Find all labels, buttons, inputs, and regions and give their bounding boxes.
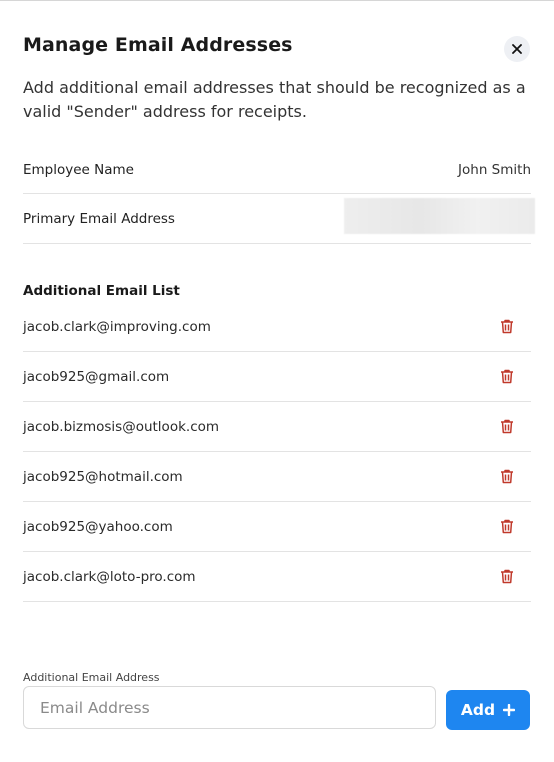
list-item: jacob.clark@loto-pro.com: [23, 552, 531, 602]
add-email-button[interactable]: Add: [446, 690, 530, 730]
email-address: jacob.clark@loto-pro.com: [23, 568, 196, 585]
trash-icon: [501, 369, 513, 384]
list-item: jacob925@yahoo.com: [23, 502, 531, 552]
email-address: jacob.bizmosis@outlook.com: [23, 418, 220, 435]
employee-name-row: Employee Name John Smith: [23, 146, 531, 194]
close-icon: [512, 44, 522, 54]
email-address: jacob.clark@improving.com: [23, 318, 211, 335]
delete-email-button[interactable]: [497, 567, 517, 587]
close-button[interactable]: [504, 36, 530, 62]
trash-icon: [501, 319, 513, 334]
delete-email-button[interactable]: [497, 517, 517, 537]
additional-email-field-label: Additional Email Address: [23, 671, 160, 684]
delete-email-button[interactable]: [497, 417, 517, 437]
delete-email-button[interactable]: [497, 367, 517, 387]
employee-name-label: Employee Name: [23, 161, 134, 178]
trash-icon: [501, 569, 513, 584]
delete-email-button[interactable]: [497, 467, 517, 487]
list-item: jacob925@hotmail.com: [23, 452, 531, 502]
modal-description: Add additional email addresses that shou…: [23, 78, 526, 121]
email-address: jacob925@hotmail.com: [23, 468, 183, 485]
email-address: jacob925@yahoo.com: [23, 518, 173, 535]
list-item: jacob.clark@improving.com: [23, 302, 531, 352]
manage-email-modal: Manage Email Addresses Add additional em…: [0, 0, 554, 762]
trash-icon: [501, 419, 513, 434]
trash-icon: [501, 469, 513, 484]
additional-email-input[interactable]: [23, 686, 436, 729]
primary-email-row: Primary Email Address: [23, 194, 535, 244]
plus-icon: [503, 704, 516, 716]
list-item: jacob.bizmosis@outlook.com: [23, 402, 531, 452]
list-item: jacob925@gmail.com: [23, 352, 531, 402]
additional-email-list-title: Additional Email List: [23, 283, 180, 299]
primary-email-label: Primary Email Address: [23, 210, 175, 227]
delete-email-button[interactable]: [497, 317, 517, 337]
email-address: jacob925@gmail.com: [23, 368, 170, 385]
modal-title: Manage Email Addresses: [23, 34, 293, 56]
add-button-label: Add: [460, 701, 496, 719]
employee-name-value: John Smith: [458, 161, 531, 178]
trash-icon: [501, 519, 513, 534]
primary-email-redacted-value: [344, 198, 535, 234]
